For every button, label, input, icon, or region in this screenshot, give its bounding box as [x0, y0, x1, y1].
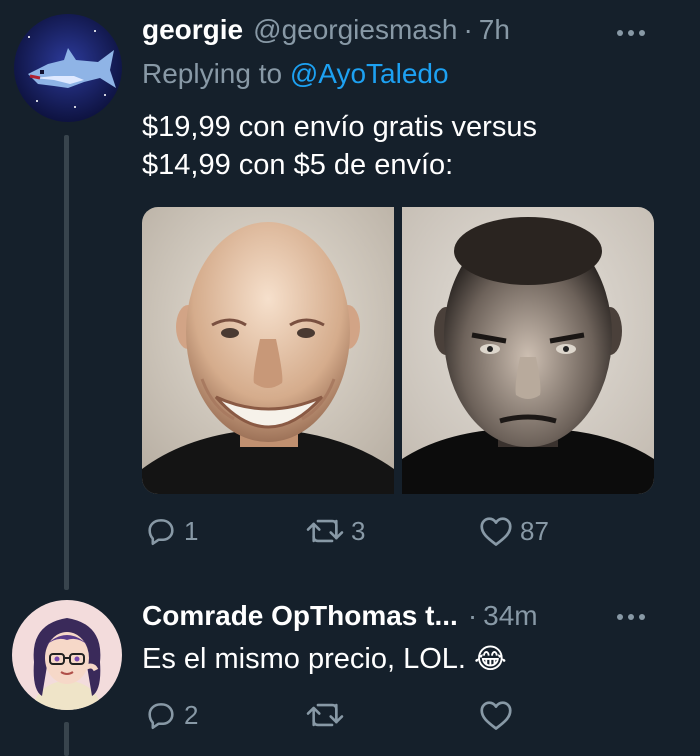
user-handle[interactable]: @georgiesmash [253, 14, 457, 46]
more-icon[interactable] [617, 30, 645, 36]
photo-serious-man[interactable] [402, 207, 654, 494]
tweet-text-2: Es el mismo precio, LOL. 😂 [142, 640, 507, 678]
replying-to-handle[interactable]: @AyoTaledo [290, 58, 449, 89]
thread-line-bottom [64, 722, 69, 756]
retweet-button[interactable]: 3 [305, 514, 365, 548]
like-icon [480, 517, 512, 546]
like-count: 87 [520, 515, 549, 546]
display-name-2[interactable]: Comrade OpThomas t... [142, 600, 458, 632]
tweet-media[interactable] [142, 207, 654, 494]
avatar-comrade[interactable] [12, 600, 122, 710]
tweet-text-2-body: Es el mismo precio, LOL. [142, 643, 466, 675]
separator-2: · [467, 600, 478, 631]
reply-count-2: 2 [184, 699, 199, 730]
photo-smiling-man[interactable] [142, 207, 394, 494]
tweet-text-line-2: $14,99 con $5 de envío: [142, 149, 454, 181]
reply-count: 1 [184, 515, 199, 546]
more-icon[interactable] [617, 614, 645, 620]
timestamp[interactable]: 7h [479, 14, 510, 46]
like-icon [480, 701, 512, 730]
laughing-emoji: 😂 [474, 642, 507, 675]
reply-icon [148, 519, 174, 546]
like-button-2[interactable] [478, 698, 514, 732]
tweet-text: $19,99 con envío gratis versus $14,99 co… [142, 108, 537, 184]
retweet-count: 3 [351, 515, 366, 546]
tweet-header-2: Comrade OpThomas t... · 34m [142, 600, 538, 632]
reply-button-2[interactable]: 2 [144, 698, 198, 732]
retweet-button-2[interactable] [305, 698, 345, 732]
replying-to: Replying to @AyoTaledo [142, 58, 449, 90]
like-button[interactable]: 87 [478, 514, 549, 548]
display-name[interactable]: georgie [142, 14, 243, 46]
thread-line [64, 135, 69, 590]
retweet-icon [306, 703, 344, 727]
tweet-text-line-1: $19,99 con envío gratis versus [142, 111, 537, 143]
separator: · [463, 14, 473, 45]
retweet-icon [306, 519, 344, 543]
reply-icon [148, 703, 174, 730]
avatar-georgie[interactable] [14, 14, 122, 122]
reply-button[interactable]: 1 [144, 514, 198, 548]
tweet-header: georgie @georgiesmash · 7h [142, 14, 510, 46]
timestamp-2[interactable]: 34m [483, 600, 537, 632]
replying-to-label: Replying to [142, 58, 283, 89]
